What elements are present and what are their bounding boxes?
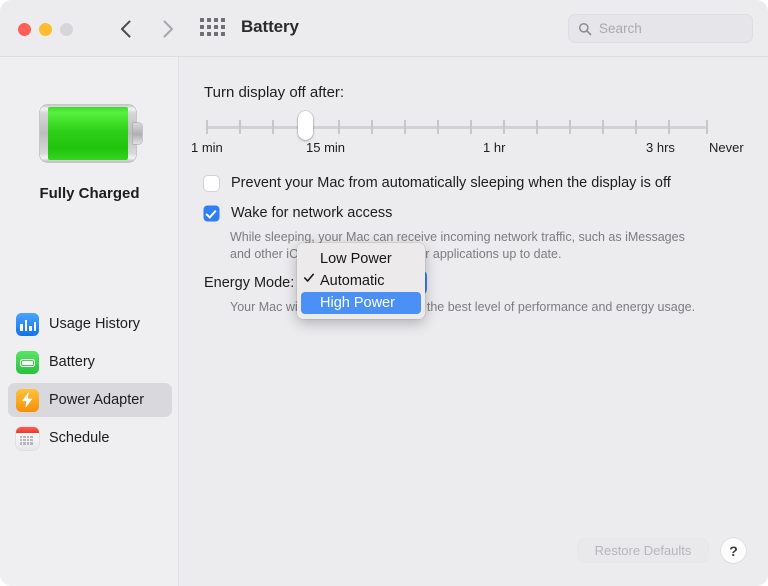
- slider-tick-label: 1 min: [191, 140, 223, 155]
- content-pane: Turn display off after: 1 min 15 min 1: [179, 57, 768, 586]
- slider-tick: [206, 120, 208, 134]
- checkmark-icon: [304, 273, 314, 283]
- slider-tick-labels: 1 min 15 min 1 hr 3 hrs Never: [191, 140, 751, 158]
- page-title: Battery: [241, 17, 299, 37]
- checkbox-label: Wake for network access: [231, 205, 392, 221]
- slider-tick: [706, 120, 708, 134]
- chevron-right-icon: [163, 20, 174, 38]
- search-placeholder: Search: [599, 21, 642, 36]
- battery-illustration: [40, 105, 140, 162]
- sidebar-item-schedule[interactable]: Schedule: [8, 421, 172, 455]
- energy-mode-menu[interactable]: Low Power Automatic High Power: [297, 243, 425, 319]
- restore-defaults-button[interactable]: Restore Defaults: [578, 539, 708, 562]
- slider-tick: [668, 120, 670, 134]
- help-button[interactable]: ?: [721, 538, 746, 563]
- checkbox-box[interactable]: [204, 176, 219, 191]
- checkbox-prevent-sleep[interactable]: Prevent your Mac from automatically slee…: [204, 175, 671, 191]
- menu-item-high-power[interactable]: High Power: [301, 292, 421, 314]
- checkbox-label: Prevent your Mac from automatically slee…: [231, 175, 671, 191]
- menu-item-label: High Power: [320, 295, 395, 311]
- sidebar-item-usage-history[interactable]: Usage History: [8, 307, 172, 341]
- menu-item-low-power[interactable]: Low Power: [297, 248, 425, 270]
- slider-tick: [470, 120, 472, 134]
- slider-tick: [338, 120, 340, 134]
- chevron-left-icon: [120, 20, 131, 38]
- battery-graphic-group: Fully Charged: [0, 105, 179, 202]
- battery-terminal: [133, 123, 142, 144]
- slider-tick: [239, 120, 241, 134]
- sidebar-item-label: Battery: [49, 354, 95, 370]
- battery-icon: [16, 351, 39, 374]
- checkbox-box[interactable]: [204, 206, 219, 221]
- slider-tick-label: Never: [709, 140, 744, 155]
- search-icon: [578, 22, 592, 36]
- bolt-icon: [16, 389, 39, 412]
- slider-tick: [569, 120, 571, 134]
- battery-fill: [48, 107, 128, 160]
- calendar-icon: [16, 427, 39, 450]
- slider-tick: [536, 120, 538, 134]
- menu-item-automatic[interactable]: Automatic: [297, 270, 425, 292]
- sidebar: Fully Charged Usage History B: [0, 57, 179, 586]
- slider-tick: [272, 120, 274, 134]
- sidebar-item-label: Power Adapter: [49, 392, 144, 408]
- slider-tick: [404, 120, 406, 134]
- back-button[interactable]: [110, 14, 140, 44]
- sidebar-item-label: Usage History: [49, 316, 140, 332]
- battery-preferences-window: Battery Search Fully Charged: [0, 0, 768, 586]
- sidebar-item-battery[interactable]: Battery: [8, 345, 172, 379]
- sidebar-item-power-adapter[interactable]: Power Adapter: [8, 383, 172, 417]
- forward-button[interactable]: [153, 14, 183, 44]
- menu-item-label: Automatic: [320, 273, 384, 289]
- slider-tick: [371, 120, 373, 134]
- sidebar-nav-list: Usage History Battery Power Adapter: [8, 307, 172, 459]
- battery-status-label: Fully Charged: [39, 185, 139, 202]
- energy-mode-label: Energy Mode:: [204, 275, 294, 291]
- slider-tick: [503, 120, 505, 134]
- display-off-slider[interactable]: [206, 110, 708, 144]
- display-off-label: Turn display off after:: [204, 84, 344, 101]
- search-field[interactable]: Search: [568, 14, 753, 43]
- traffic-lights: [18, 23, 73, 36]
- bar-chart-icon: [16, 313, 39, 336]
- slider-tick: [635, 120, 637, 134]
- slider-tick: [437, 120, 439, 134]
- checkbox-wake-network[interactable]: Wake for network access: [204, 205, 392, 221]
- slider-tick: [602, 120, 604, 134]
- minimize-button[interactable]: [39, 23, 52, 36]
- sidebar-item-label: Schedule: [49, 430, 109, 446]
- slider-knob[interactable]: [298, 111, 313, 140]
- zoom-button[interactable]: [60, 23, 73, 36]
- grid-icon[interactable]: [200, 18, 222, 38]
- slider-track: [206, 126, 708, 129]
- titlebar: Battery Search: [0, 0, 768, 57]
- slider-tick-label: 3 hrs: [646, 140, 675, 155]
- close-button[interactable]: [18, 23, 31, 36]
- slider-tick-label: 1 hr: [483, 140, 505, 155]
- menu-item-label: Low Power: [320, 251, 392, 267]
- slider-tick-label: 15 min: [306, 140, 345, 155]
